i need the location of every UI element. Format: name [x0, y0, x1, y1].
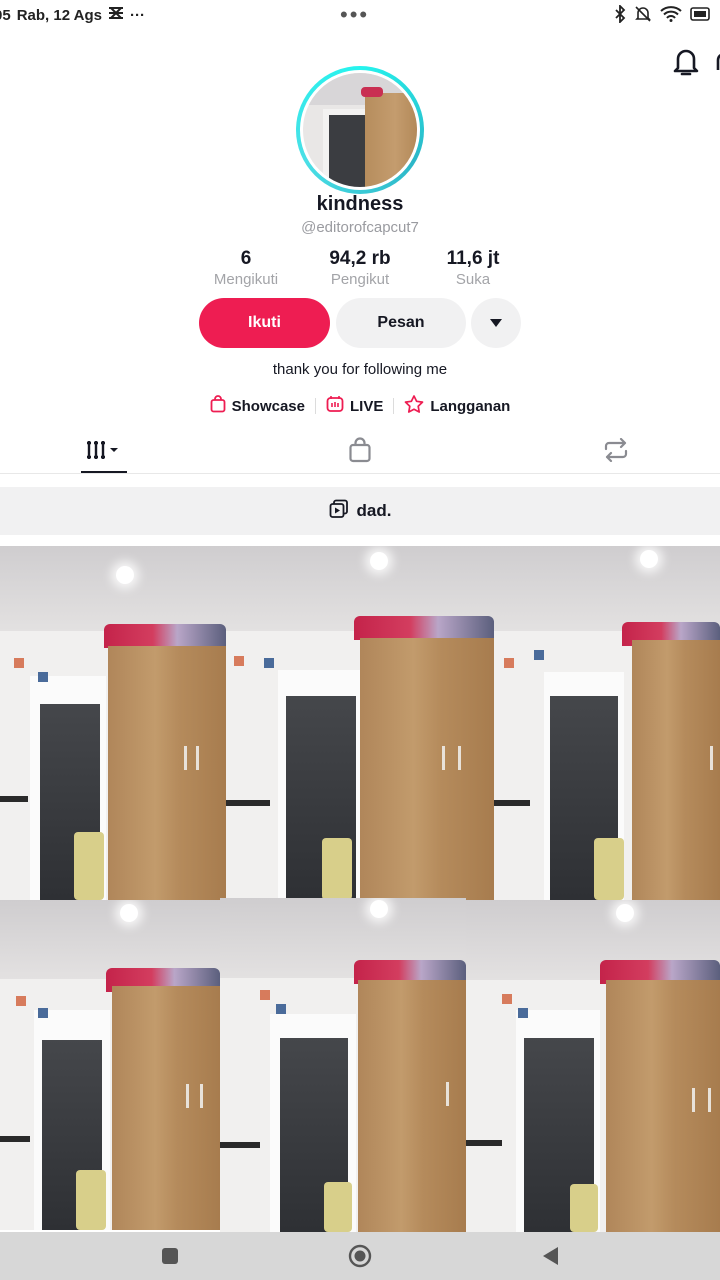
bag-icon — [210, 395, 226, 417]
circle-home-icon[interactable] — [348, 1244, 372, 1268]
showcase-link[interactable]: Showcase — [200, 395, 315, 417]
profile-links: Showcase LIVE Langganan — [0, 395, 720, 417]
subscription-label: Langganan — [430, 397, 511, 415]
mute-bell-icon — [634, 5, 652, 23]
profile-tabs — [0, 430, 720, 474]
stat-likes-value: 11,6 jt — [446, 248, 500, 269]
caret-down-icon — [489, 316, 503, 331]
shop-bag-icon — [348, 436, 372, 468]
live-icon — [326, 395, 344, 417]
status-time: 05 — [0, 6, 11, 24]
stat-following-value: 6 — [240, 248, 252, 269]
wifi-icon — [660, 6, 682, 22]
status-date: Rab, 12 Ags — [16, 6, 102, 24]
notification-icon — [108, 6, 124, 24]
tab-videos[interactable] — [72, 430, 136, 474]
video-thumbnail[interactable] — [220, 898, 466, 1232]
stat-followers-value: 94,2 rb — [329, 248, 391, 269]
status-more: ··· — [130, 6, 145, 24]
playlist-icon — [329, 499, 349, 524]
status-center-dots: ••• — [340, 2, 370, 27]
videos-grid-icon — [86, 439, 122, 466]
live-label: LIVE — [350, 397, 384, 415]
stat-followers-label: Pengikut — [330, 271, 390, 288]
message-button[interactable]: Pesan — [336, 298, 466, 348]
video-thumbnail[interactable] — [494, 546, 720, 900]
video-thumbnail[interactable] — [0, 900, 220, 1230]
stat-likes[interactable]: 11,6 jt Suka — [413, 248, 533, 288]
battery-icon — [690, 6, 712, 22]
tab-reposts[interactable] — [584, 430, 648, 474]
menu-edge-icon[interactable] — [712, 50, 720, 74]
subscription-link[interactable]: Langganan — [394, 395, 520, 417]
system-navigation-bar — [0, 1232, 720, 1280]
subscription-icon — [404, 395, 424, 417]
follow-button[interactable]: Ikuti — [199, 298, 330, 348]
bell-icon[interactable] — [670, 44, 702, 78]
video-thumbnail[interactable] — [0, 546, 226, 900]
playlist-chip[interactable]: dad. — [0, 487, 720, 535]
live-link[interactable]: LIVE — [316, 395, 393, 417]
tab-shop[interactable] — [328, 430, 392, 474]
video-thumbnail[interactable] — [226, 546, 494, 900]
playlist-label: dad. — [356, 501, 392, 520]
showcase-label: Showcase — [231, 397, 305, 415]
stat-followers[interactable]: 94,2 rb Pengikut — [300, 248, 420, 288]
profile-username: kindness — [316, 193, 404, 215]
status-bar: 05 Rab, 12 Ags ··· ••• — [0, 0, 720, 30]
bluetooth-icon — [614, 5, 626, 23]
square-icon[interactable] — [158, 1244, 182, 1268]
avatar-image — [300, 70, 420, 190]
stat-following-label: Mengikuti — [213, 271, 279, 288]
repost-icon — [603, 437, 629, 467]
more-options-button[interactable] — [471, 298, 521, 348]
back-triangle-icon[interactable] — [538, 1244, 562, 1268]
profile-bio: thank you for following me — [272, 361, 448, 378]
video-thumbnail[interactable] — [466, 900, 720, 1232]
profile-handle: @editorofcapcut7 — [301, 219, 419, 236]
stat-likes-label: Suka — [455, 271, 491, 288]
active-tab-indicator — [81, 471, 127, 473]
avatar[interactable] — [296, 66, 424, 194]
stat-following[interactable]: 6 Mengikuti — [186, 248, 306, 288]
